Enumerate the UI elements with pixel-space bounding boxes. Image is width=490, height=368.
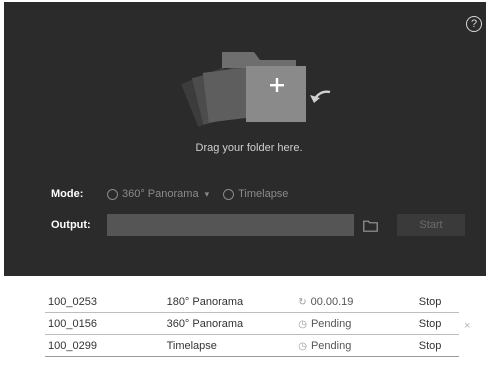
job-status-text: Pending	[310, 317, 352, 330]
folder-icon[interactable]	[363, 219, 378, 232]
job-queue: 100_0253 180° Panorama ↻ 00.00.19 Stop 10…	[45, 291, 459, 357]
queue-row: 100_0156 360° Panorama ◷ Pending Stop	[45, 312, 459, 335]
job-status: ↻ 00.00.19	[298, 291, 419, 313]
clock-icon: ◷	[298, 340, 307, 352]
timelapse-label: Timelapse	[238, 188, 289, 200]
chevron-down-icon[interactable]: ▾	[205, 189, 210, 200]
stop-button[interactable]: Stop	[418, 334, 459, 357]
job-id: 100_0253	[45, 291, 167, 313]
stop-button[interactable]: Stop	[418, 312, 459, 335]
radio-panorama[interactable]	[107, 188, 118, 200]
job-status: ◷ Pending	[298, 334, 419, 357]
queue-row: 100_0253 180° Panorama ↻ 00.00.19 Stop	[45, 291, 459, 313]
spinner-icon: ↻	[298, 296, 307, 308]
help-icon[interactable]: ?	[466, 16, 482, 32]
job-type: 180° Panorama	[166, 291, 299, 313]
panorama-label: 360° Panorama	[122, 188, 199, 200]
radio-timelapse[interactable]	[223, 188, 235, 200]
mode-label: Mode:	[51, 188, 84, 200]
drag-instruction: Drag your folder here.	[195, 142, 303, 154]
job-status-text: Pending	[310, 339, 352, 352]
mode-row: Mode: 360° Panorama ▾ Timelapse	[51, 186, 288, 202]
output-label: Output:	[51, 219, 91, 231]
queue-row: 100_0299 Timelapse ◷ Pending Stop	[45, 334, 459, 357]
mode-option-timelapse[interactable]: Timelapse	[223, 188, 288, 200]
job-id: 100_0299	[45, 334, 167, 357]
stop-button[interactable]: Stop	[418, 291, 459, 313]
job-type: 360° Panorama	[166, 312, 299, 335]
job-status-text: 00.00.19	[310, 295, 354, 308]
import-panel: ? Drag your folder here. Mode: 360° Pano…	[4, 2, 486, 276]
mode-option-panorama[interactable]: 360° Panorama ▾	[107, 188, 223, 200]
output-path-input[interactable]	[107, 214, 354, 236]
job-id: 100_0156	[45, 312, 167, 335]
job-type: Timelapse	[166, 334, 299, 357]
remove-row-icon[interactable]: ×	[464, 320, 470, 332]
folder-stack-icon	[181, 52, 331, 127]
clock-icon: ◷	[298, 318, 307, 330]
job-status: ◷ Pending	[298, 312, 419, 335]
output-row: Output: Start	[51, 214, 465, 236]
start-button[interactable]: Start	[397, 214, 465, 236]
